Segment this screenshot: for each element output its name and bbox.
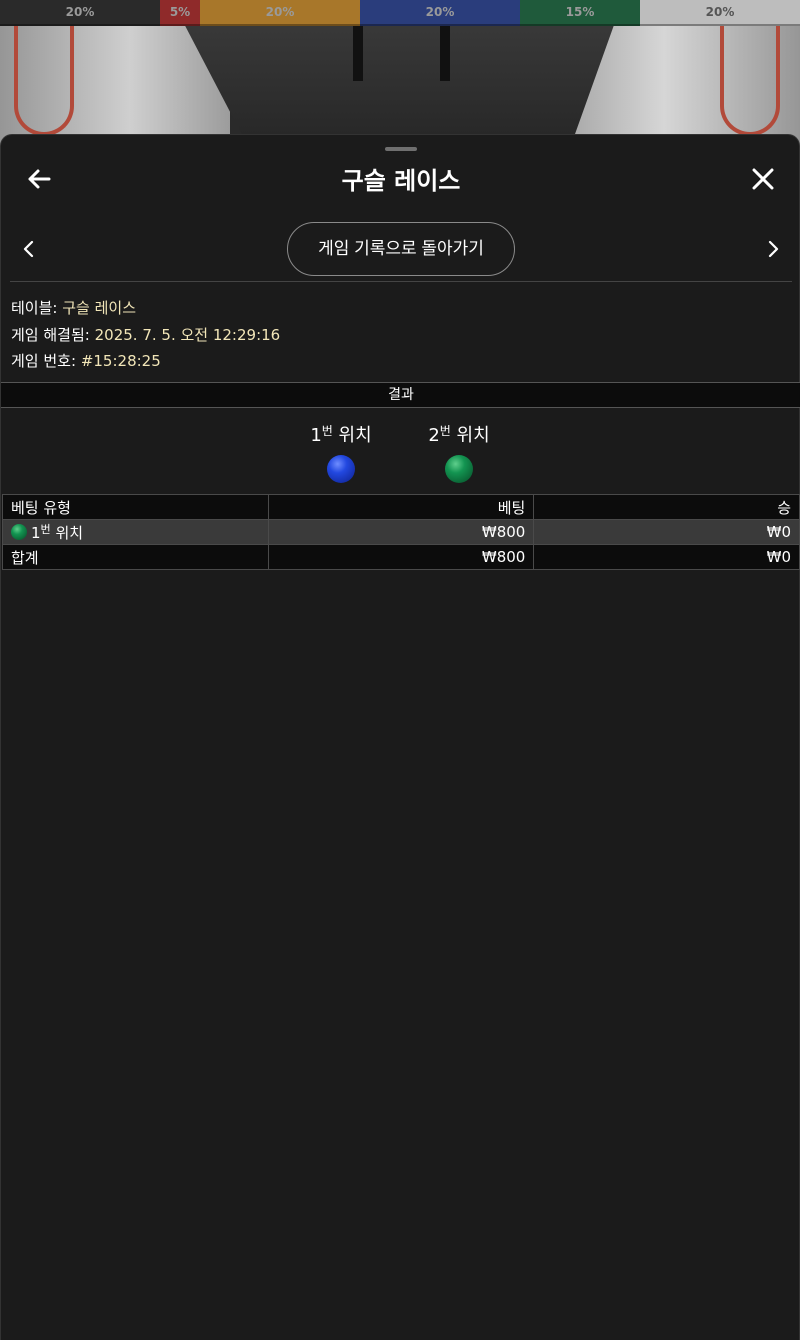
- column-header-bet-type: 베팅 유형: [2, 494, 269, 520]
- funnel-slot: [440, 26, 450, 81]
- green-marble-icon: [445, 455, 473, 483]
- percentage-segment: 15%: [520, 0, 640, 26]
- divider: [10, 281, 792, 282]
- game-number-value: #15:28:25: [80, 352, 161, 370]
- table-label: 테이블:: [11, 299, 58, 317]
- resolved-label: 게임 해결됨:: [11, 325, 90, 344]
- page-title: 구슬 레이스: [341, 167, 461, 195]
- back-to-history-button[interactable]: 게임 기록으로 돌아가기: [287, 222, 515, 276]
- bet-type-cell: 1번 위치: [2, 519, 269, 545]
- blue-marble-icon: [327, 455, 355, 483]
- game-scene-background: [0, 26, 800, 146]
- win-amount-cell: ₩0: [533, 519, 800, 545]
- resolved-value: 2025. 7. 5. 오전 12:29:16: [94, 325, 281, 344]
- close-icon: [752, 168, 774, 190]
- position-1-label: 1번 위치: [310, 424, 372, 446]
- result-positions: 1번 위치 2번 위치: [1, 421, 800, 491]
- table-info-row: 테이블: 구슬 레이스: [11, 295, 280, 322]
- sheet-drag-handle[interactable]: [385, 147, 417, 151]
- total-win-cell: ₩0: [533, 544, 800, 570]
- percentage-segment: 5%: [160, 0, 200, 26]
- odds-percentage-bar: 20% 5% 20% 20% 15% 20%: [0, 0, 800, 26]
- game-number-label: 게임 번호:: [11, 352, 77, 370]
- chevron-right-icon: [768, 240, 779, 258]
- game-navigation: 게임 기록으로 돌아가기: [1, 221, 800, 277]
- percentage-segment: 20%: [360, 0, 520, 26]
- table-header-row: 베팅 유형 베팅 승: [2, 494, 800, 520]
- track-rail: [14, 26, 74, 136]
- table-value: 구슬 레이스: [62, 299, 137, 317]
- total-bet-cell: ₩800: [267, 544, 535, 570]
- total-label: 합계: [2, 544, 269, 570]
- resolved-info-row: 게임 해결됨: 2025. 7. 5. 오전 12:29:16: [11, 322, 280, 349]
- game-number-row: 게임 번호: #15:28:25: [11, 348, 280, 375]
- game-info: 테이블: 구슬 레이스 게임 해결됨: 2025. 7. 5. 오전 12:29…: [11, 295, 280, 375]
- previous-game-button[interactable]: [21, 239, 37, 259]
- next-game-button[interactable]: [765, 239, 781, 259]
- green-marble-icon: [11, 523, 27, 540]
- funnel-slot: [353, 26, 363, 81]
- bet-amount-cell: ₩800: [267, 519, 535, 545]
- table-row: 1번 위치 ₩800 ₩0: [2, 519, 800, 545]
- table-total-row: 합계 ₩800 ₩0: [2, 544, 800, 570]
- results-header: 결과: [1, 382, 800, 408]
- game-details-sheet: 구슬 레이스 게임 기록으로 돌아가기 테이블: 구슬 레이스 게임 해결됨: …: [0, 134, 800, 1340]
- close-button[interactable]: [749, 165, 777, 193]
- percentage-segment: 20%: [640, 0, 800, 26]
- column-header-bet: 베팅: [267, 494, 535, 520]
- track-rail: [720, 26, 780, 136]
- chevron-left-icon: [23, 240, 34, 258]
- percentage-segment: 20%: [0, 0, 160, 26]
- bets-table: 베팅 유형 베팅 승 1번 위치 ₩800 ₩0 합계 ₩800 ₩0: [2, 494, 800, 570]
- position-2-label: 2번 위치: [428, 424, 490, 446]
- percentage-segment: 20%: [200, 0, 360, 26]
- column-header-win: 승: [533, 494, 800, 520]
